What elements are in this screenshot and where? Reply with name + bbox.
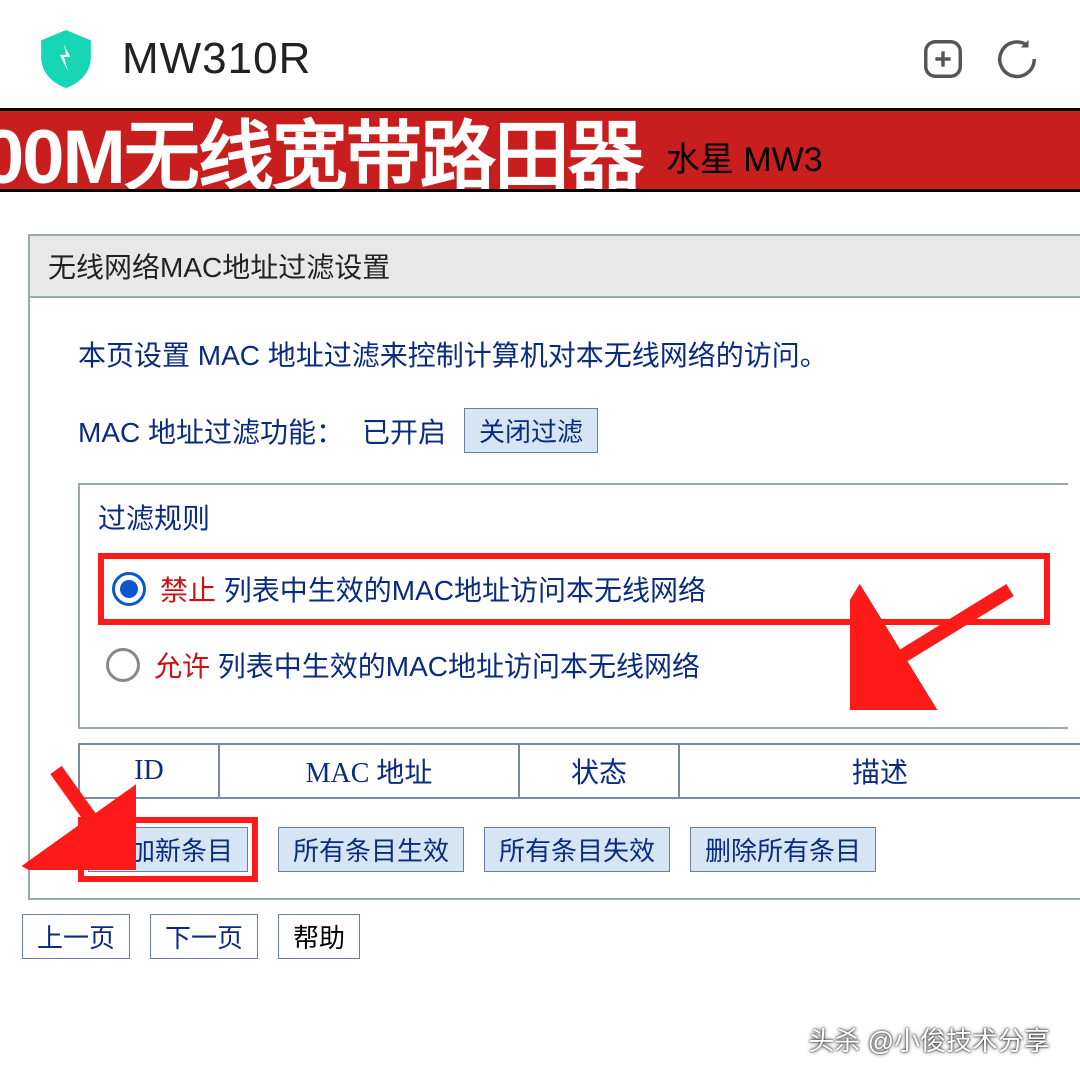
reload-icon[interactable]: [994, 36, 1040, 82]
th-status: 状态: [519, 744, 679, 798]
prev-page-button[interactable]: 上一页: [22, 914, 130, 959]
enable-all-button[interactable]: 所有条目生效: [278, 827, 464, 872]
delete-all-button[interactable]: 删除所有条目: [690, 827, 876, 872]
disable-all-button[interactable]: 所有条目失效: [484, 827, 670, 872]
filter-status-value: 已开启: [362, 411, 446, 451]
address-bar-title[interactable]: MW310R: [122, 34, 890, 84]
allow-rest: 列表中生效的MAC地址访问本无线网络: [210, 651, 700, 682]
watermark: 头杀 @小俊技术分享: [808, 1021, 1050, 1058]
add-button-highlight: 添加新条目: [78, 817, 258, 882]
filter-status-line: MAC 地址过滤功能： 已开启 关闭过滤: [78, 408, 1070, 453]
settings-panel: 无线网络MAC地址过滤设置 本页设置 MAC 地址过滤来控制计算机对本无线网络的…: [28, 234, 1080, 900]
radio-unselected-icon: [106, 648, 140, 682]
panel-description: 本页设置 MAC 地址过滤来控制计算机对本无线网络的访问。: [78, 334, 1070, 374]
th-id: ID: [79, 744, 219, 798]
banner-brand-text: 水星 MW3: [666, 132, 823, 181]
browser-bar: MW310R: [0, 0, 1080, 108]
deny-rest: 列表中生效的MAC地址访问本无线网络: [216, 575, 706, 606]
next-page-button[interactable]: 下一页: [150, 914, 258, 959]
radio-allow[interactable]: 允许 列表中生效的MAC地址访问本无线网络: [98, 635, 1050, 695]
allow-word: 允许: [154, 651, 210, 682]
panel-title: 无线网络MAC地址过滤设置: [30, 236, 1080, 298]
rules-title: 过滤规则: [98, 497, 1050, 537]
banner-big-text: 00M无线宽带路田器: [0, 108, 642, 192]
help-button[interactable]: 帮助: [278, 914, 360, 959]
radio-deny[interactable]: 禁止 列表中生效的MAC地址访问本无线网络: [98, 553, 1050, 625]
deny-word: 禁止: [160, 575, 216, 606]
radio-selected-icon: [112, 572, 146, 606]
nav-row: 上一页 下一页 帮助: [22, 914, 1080, 959]
filter-rules-box: 过滤规则 禁止 列表中生效的MAC地址访问本无线网络 允许 列表中生效的MAC地…: [78, 483, 1068, 729]
shield-icon: [40, 30, 92, 88]
th-mac: MAC 地址: [219, 744, 519, 798]
close-filter-button[interactable]: 关闭过滤: [464, 408, 598, 453]
filter-label: MAC 地址过滤功能：: [78, 411, 344, 451]
bookmark-add-icon[interactable]: [920, 36, 966, 82]
product-banner: 00M无线宽带路田器 水星 MW3: [0, 108, 1080, 192]
mac-table: ID MAC 地址 状态 描述: [78, 743, 1080, 799]
add-entry-button[interactable]: 添加新条目: [88, 827, 248, 872]
th-desc: 描述: [679, 744, 1080, 798]
